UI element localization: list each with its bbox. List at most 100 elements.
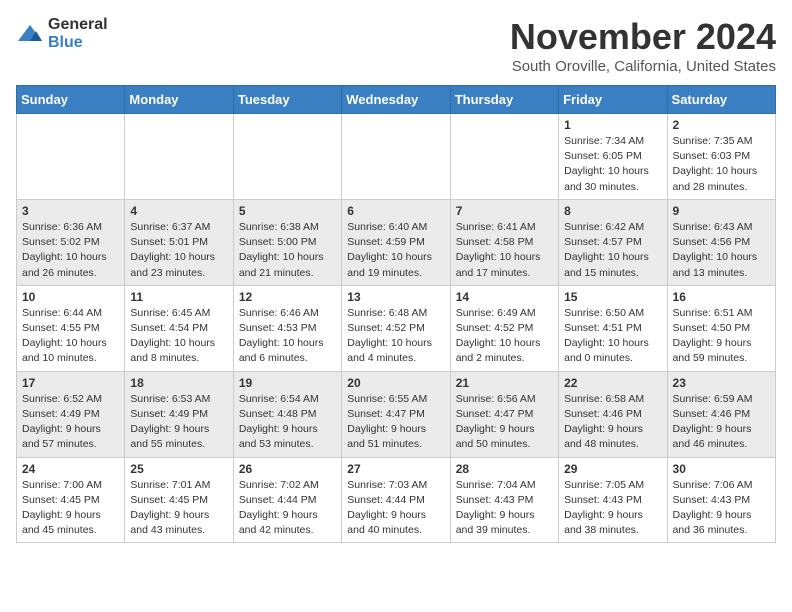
day-number: 6 <box>347 204 444 218</box>
month-title: November 2024 <box>510 16 776 58</box>
table-row: 18 Sunrise: 6:53 AM Sunset: 4:49 PM Dayli… <box>125 371 233 457</box>
day-info: Sunrise: 7:05 AM Sunset: 4:43 PM Dayligh… <box>564 478 661 539</box>
day-number: 22 <box>564 376 661 390</box>
day-info: Sunrise: 6:58 AM Sunset: 4:46 PM Dayligh… <box>564 392 661 453</box>
col-monday: Monday <box>125 86 233 114</box>
day-info: Sunrise: 7:04 AM Sunset: 4:43 PM Dayligh… <box>456 478 553 539</box>
day-info: Sunrise: 6:41 AM Sunset: 4:58 PM Dayligh… <box>456 220 553 281</box>
col-saturday: Saturday <box>667 86 775 114</box>
day-info: Sunrise: 7:35 AM Sunset: 6:03 PM Dayligh… <box>673 134 770 195</box>
table-row <box>342 114 450 200</box>
table-row: 10Sunrise: 6:44 AM Sunset: 4:55 PM Dayli… <box>17 285 125 371</box>
day-number: 18 <box>130 376 227 390</box>
location-title: South Oroville, California, United State… <box>510 58 776 75</box>
day-number: 29 <box>564 462 661 476</box>
table-row: 19 Sunrise: 6:54 AM Sunset: 4:48 PM Dayli… <box>233 371 341 457</box>
day-info: Sunrise: 6:49 AM Sunset: 4:52 PM Dayligh… <box>456 306 553 367</box>
logo-general: General <box>48 16 108 33</box>
day-info: Sunrise: 7:34 AM Sunset: 6:05 PM Dayligh… <box>564 134 661 195</box>
table-row: 12 Sunrise: 6:46 AM Sunset: 4:53 PM Dayli… <box>233 285 341 371</box>
page-header: General Blue November 2024 South Orovill… <box>16 16 776 75</box>
day-info: Sunrise: 6:50 AM Sunset: 4:51 PM Dayligh… <box>564 306 661 367</box>
day-info: Sunrise: 6:37 AM Sunset: 5:01 PM Dayligh… <box>130 220 227 281</box>
day-info: Sunrise: 6:46 AM Sunset: 4:53 PM Dayligh… <box>239 306 336 367</box>
day-number: 12 <box>239 290 336 304</box>
day-number: 28 <box>456 462 553 476</box>
day-info: Sunrise: 6:52 AM Sunset: 4:49 PM Dayligh… <box>22 392 119 453</box>
day-info: Sunrise: 7:00 AM Sunset: 4:45 PM Dayligh… <box>22 478 119 539</box>
logo: General Blue <box>16 16 108 52</box>
table-row: 13 Sunrise: 6:48 AM Sunset: 4:52 PM Dayli… <box>342 285 450 371</box>
day-number: 19 <box>239 376 336 390</box>
day-info: Sunrise: 6:40 AM Sunset: 4:59 PM Dayligh… <box>347 220 444 281</box>
day-number: 25 <box>130 462 227 476</box>
day-info: Sunrise: 6:48 AM Sunset: 4:52 PM Dayligh… <box>347 306 444 367</box>
day-number: 20 <box>347 376 444 390</box>
day-number: 2 <box>673 118 770 132</box>
table-row <box>125 114 233 200</box>
table-row: 7 Sunrise: 6:41 AM Sunset: 4:58 PM Daylig… <box>450 199 558 285</box>
col-tuesday: Tuesday <box>233 86 341 114</box>
day-number: 11 <box>130 290 227 304</box>
table-row: 22 Sunrise: 6:58 AM Sunset: 4:46 PM Dayli… <box>559 371 667 457</box>
day-number: 14 <box>456 290 553 304</box>
table-row: 17 Sunrise: 6:52 AM Sunset: 4:49 PM Dayli… <box>17 371 125 457</box>
day-number: 26 <box>239 462 336 476</box>
day-number: 1 <box>564 118 661 132</box>
table-row: 14 Sunrise: 6:49 AM Sunset: 4:52 PM Dayli… <box>450 285 558 371</box>
table-row: 24 Sunrise: 7:00 AM Sunset: 4:45 PM Dayli… <box>17 457 125 543</box>
day-number: 8 <box>564 204 661 218</box>
table-row <box>233 114 341 200</box>
day-number: 7 <box>456 204 553 218</box>
title-area: November 2024 South Oroville, California… <box>510 16 776 75</box>
day-number: 30 <box>673 462 770 476</box>
col-wednesday: Wednesday <box>342 86 450 114</box>
table-row: 9 Sunrise: 6:43 AM Sunset: 4:56 PM Daylig… <box>667 199 775 285</box>
day-info: Sunrise: 6:54 AM Sunset: 4:48 PM Dayligh… <box>239 392 336 453</box>
logo-blue: Blue <box>48 34 83 51</box>
day-number: 17 <box>22 376 119 390</box>
table-row: 15 Sunrise: 6:50 AM Sunset: 4:51 PM Dayli… <box>559 285 667 371</box>
table-row <box>17 114 125 200</box>
day-info: Sunrise: 6:36 AM Sunset: 5:02 PM Dayligh… <box>22 220 119 281</box>
table-row: 29 Sunrise: 7:05 AM Sunset: 4:43 PM Dayli… <box>559 457 667 543</box>
table-row: 26Sunrise: 7:02 AM Sunset: 4:44 PM Dayli… <box>233 457 341 543</box>
table-row: 8 Sunrise: 6:42 AM Sunset: 4:57 PM Daylig… <box>559 199 667 285</box>
day-number: 9 <box>673 204 770 218</box>
col-thursday: Thursday <box>450 86 558 114</box>
table-row: 27Sunrise: 7:03 AM Sunset: 4:44 PM Dayli… <box>342 457 450 543</box>
table-row: 2 Sunrise: 7:35 AM Sunset: 6:03 PM Daylig… <box>667 114 775 200</box>
day-info: Sunrise: 6:51 AM Sunset: 4:50 PM Dayligh… <box>673 306 770 367</box>
day-number: 27 <box>347 462 444 476</box>
day-number: 13 <box>347 290 444 304</box>
day-info: Sunrise: 6:56 AM Sunset: 4:47 PM Dayligh… <box>456 392 553 453</box>
day-number: 4 <box>130 204 227 218</box>
table-row: 16 Sunrise: 6:51 AM Sunset: 4:50 PM Dayli… <box>667 285 775 371</box>
calendar-week-row: 1 Sunrise: 7:34 AM Sunset: 6:05 PM Daylig… <box>17 114 776 200</box>
table-row: 28 Sunrise: 7:04 AM Sunset: 4:43 PM Dayli… <box>450 457 558 543</box>
day-info: Sunrise: 6:44 AM Sunset: 4:55 PM Dayligh… <box>22 306 119 367</box>
day-number: 15 <box>564 290 661 304</box>
day-info: Sunrise: 6:45 AM Sunset: 4:54 PM Dayligh… <box>130 306 227 367</box>
logo-icon <box>16 23 44 45</box>
table-row: 4 Sunrise: 6:37 AM Sunset: 5:01 PM Daylig… <box>125 199 233 285</box>
table-row: 23Sunrise: 6:59 AM Sunset: 4:46 PM Dayli… <box>667 371 775 457</box>
col-sunday: Sunday <box>17 86 125 114</box>
table-row <box>450 114 558 200</box>
day-info: Sunrise: 6:53 AM Sunset: 4:49 PM Dayligh… <box>130 392 227 453</box>
day-number: 16 <box>673 290 770 304</box>
table-row: 3Sunrise: 6:36 AM Sunset: 5:02 PM Daylig… <box>17 199 125 285</box>
calendar-table: Sunday Monday Tuesday Wednesday Thursday… <box>16 85 776 543</box>
col-friday: Friday <box>559 86 667 114</box>
day-info: Sunrise: 6:43 AM Sunset: 4:56 PM Dayligh… <box>673 220 770 281</box>
calendar-week-row: 10Sunrise: 6:44 AM Sunset: 4:55 PM Dayli… <box>17 285 776 371</box>
day-number: 24 <box>22 462 119 476</box>
day-info: Sunrise: 6:38 AM Sunset: 5:00 PM Dayligh… <box>239 220 336 281</box>
table-row: 5Sunrise: 6:38 AM Sunset: 5:00 PM Daylig… <box>233 199 341 285</box>
table-row: 30Sunrise: 7:06 AM Sunset: 4:43 PM Dayli… <box>667 457 775 543</box>
table-row: 21Sunrise: 6:56 AM Sunset: 4:47 PM Dayli… <box>450 371 558 457</box>
table-row: 6 Sunrise: 6:40 AM Sunset: 4:59 PM Daylig… <box>342 199 450 285</box>
day-info: Sunrise: 7:01 AM Sunset: 4:45 PM Dayligh… <box>130 478 227 539</box>
day-info: Sunrise: 6:59 AM Sunset: 4:46 PM Dayligh… <box>673 392 770 453</box>
day-info: Sunrise: 6:42 AM Sunset: 4:57 PM Dayligh… <box>564 220 661 281</box>
